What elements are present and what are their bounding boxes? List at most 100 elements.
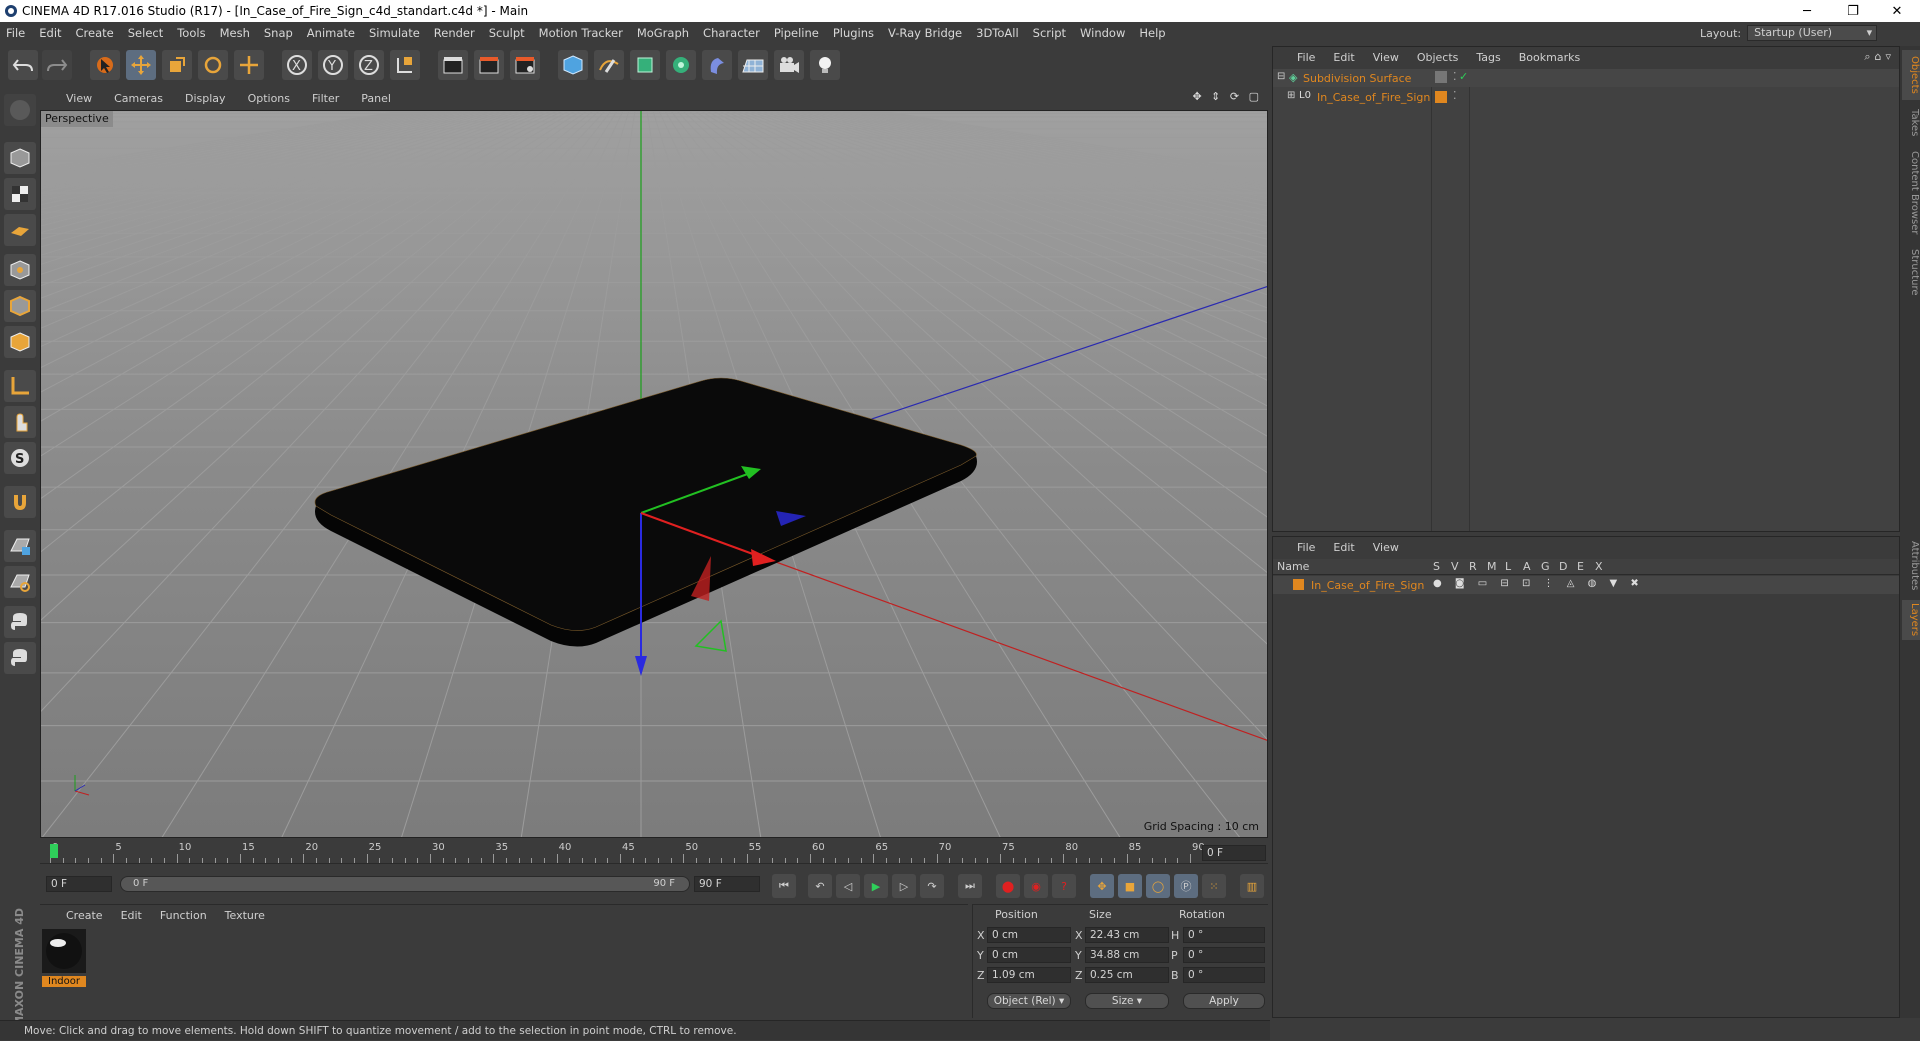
camera-object-button[interactable] bbox=[774, 50, 804, 80]
go-to-end-button[interactable]: ⏭ bbox=[958, 874, 982, 898]
layers-menu-view[interactable]: View bbox=[1373, 541, 1399, 554]
light-object-button[interactable] bbox=[810, 50, 840, 80]
transform-tool-button[interactable] bbox=[234, 50, 264, 80]
floor-object-button[interactable] bbox=[738, 50, 768, 80]
column-generators[interactable]: G bbox=[1541, 560, 1550, 573]
autokey-button[interactable]: ◉ bbox=[1024, 874, 1048, 898]
tab-content-browser[interactable]: Content Browser bbox=[1902, 146, 1920, 240]
material-menu-edit[interactable]: Edit bbox=[121, 909, 142, 922]
column-view[interactable]: V bbox=[1451, 560, 1459, 573]
live-selection-button[interactable] bbox=[90, 50, 120, 80]
menu-snap[interactable]: Snap bbox=[264, 26, 293, 40]
undo-button[interactable] bbox=[8, 50, 38, 80]
viewport-menu-panel[interactable]: Panel bbox=[361, 92, 391, 105]
subdivision-surface-button[interactable] bbox=[630, 50, 660, 80]
redo-button[interactable] bbox=[42, 50, 72, 80]
material-menu-create[interactable]: Create bbox=[66, 909, 103, 922]
menu-simulate[interactable]: Simulate bbox=[369, 26, 420, 40]
column-solo[interactable]: S bbox=[1433, 560, 1440, 573]
menu-pipeline[interactable]: Pipeline bbox=[774, 26, 819, 40]
edges-mode-button[interactable] bbox=[4, 290, 36, 322]
go-to-start-button[interactable]: ⏮ bbox=[772, 874, 796, 898]
polygons-mode-button[interactable] bbox=[4, 326, 36, 358]
timeline-button[interactable]: ▥ bbox=[1240, 874, 1264, 898]
python-script-button[interactable] bbox=[4, 606, 36, 638]
current-frame-field[interactable]: 0 F bbox=[1202, 845, 1266, 861]
column-name[interactable]: Name bbox=[1277, 560, 1309, 573]
locked-workplane-button[interactable] bbox=[4, 530, 36, 562]
playhead-marker[interactable] bbox=[50, 844, 58, 858]
x-axis-lock-button[interactable]: X bbox=[282, 50, 312, 80]
rotation-h-field[interactable]: 0 ° bbox=[1183, 927, 1265, 943]
start-frame-field[interactable]: 0 F bbox=[46, 876, 112, 892]
expand-icon[interactable]: ⊞ bbox=[1287, 90, 1295, 101]
size-y-field[interactable]: 34.88 cm bbox=[1085, 947, 1169, 963]
layer-swatch[interactable] bbox=[1435, 91, 1447, 103]
layer-toggle-icons[interactable]: ● ◙ ▭ ⊟ ⊡ ⋮ ◬ ◍ ▼ ✖ bbox=[1433, 578, 1644, 589]
visibility-dots-icon[interactable]: ⁚ bbox=[1453, 89, 1457, 102]
menu-sculpt[interactable]: Sculpt bbox=[489, 26, 525, 40]
menu-plugins[interactable]: Plugins bbox=[833, 26, 874, 40]
play-button[interactable]: ▶ bbox=[864, 874, 888, 898]
frame-range-slider[interactable]: 0 F 90 F bbox=[120, 876, 690, 892]
key-scale-button[interactable]: ■ bbox=[1118, 874, 1142, 898]
go-to-previous-key-button[interactable]: ↶ bbox=[808, 874, 832, 898]
tab-objects[interactable]: Objects bbox=[1902, 50, 1920, 100]
material-menu-function[interactable]: Function bbox=[160, 909, 207, 922]
record-keys-button[interactable]: ⬤ bbox=[996, 874, 1020, 898]
key-parameter-button[interactable]: Ⓟ bbox=[1174, 874, 1198, 898]
menu-render[interactable]: Render bbox=[434, 26, 475, 40]
menu-file[interactable]: File bbox=[6, 26, 25, 40]
viewport-menu-view[interactable]: View bbox=[66, 92, 92, 105]
cube-object-button[interactable] bbox=[558, 50, 588, 80]
column-manager[interactable]: M bbox=[1487, 560, 1497, 573]
menu-script[interactable]: Script bbox=[1033, 26, 1066, 40]
position-z-field[interactable]: 1.09 cm bbox=[987, 967, 1071, 983]
render-view-button[interactable] bbox=[438, 50, 468, 80]
object-manager-tools[interactable]: ⌕⌂▿ bbox=[1864, 50, 1895, 64]
menu-select[interactable]: Select bbox=[128, 26, 163, 40]
points-mode-button[interactable] bbox=[4, 254, 36, 286]
object-row-fire-sign[interactable]: ⊞ L0 In_Case_of_Fire_Sign ⁚ bbox=[1273, 88, 1899, 106]
coordinate-mode-dropdown[interactable]: Object (Rel) ▾ bbox=[987, 993, 1071, 1009]
viewport-perspective[interactable]: Perspective Grid Spacing : 10 cm bbox=[40, 110, 1268, 838]
make-editable-button[interactable] bbox=[4, 94, 36, 126]
end-frame-field[interactable]: 90 F bbox=[694, 876, 760, 892]
objects-menu-edit[interactable]: Edit bbox=[1333, 51, 1354, 64]
column-locked[interactable]: L bbox=[1505, 560, 1511, 573]
material-menu-texture[interactable]: Texture bbox=[225, 909, 265, 922]
render-picture-viewer-button[interactable] bbox=[474, 50, 504, 80]
timeline-ruler[interactable]: 051015202530354045505560657075808590 0 F bbox=[40, 842, 1268, 864]
next-frame-button[interactable]: ▷ bbox=[892, 874, 916, 898]
column-deformers[interactable]: D bbox=[1559, 560, 1567, 573]
tab-layers[interactable]: Layers bbox=[1902, 600, 1920, 640]
viewport-menu-options[interactable]: Options bbox=[248, 92, 290, 105]
collapse-icon[interactable]: ⊟ bbox=[1277, 71, 1285, 82]
tab-attributes[interactable]: Attributes bbox=[1902, 534, 1920, 598]
objects-menu-objects[interactable]: Objects bbox=[1417, 51, 1459, 64]
cloner-button[interactable] bbox=[666, 50, 696, 80]
deformer-button[interactable] bbox=[702, 50, 732, 80]
menu-vray-bridge[interactable]: V-Ray Bridge bbox=[888, 26, 962, 40]
key-pla-button[interactable]: ⁙ bbox=[1202, 874, 1226, 898]
viewport-nav-icons[interactable]: ✥ ⇕ ⟳ ▢ bbox=[1192, 90, 1262, 103]
coordinate-system-button[interactable] bbox=[390, 50, 420, 80]
tab-takes[interactable]: Takes bbox=[1902, 104, 1920, 142]
layers-menu-file[interactable]: File bbox=[1297, 541, 1315, 554]
column-animation[interactable]: A bbox=[1523, 560, 1531, 573]
column-render[interactable]: R bbox=[1469, 560, 1477, 573]
enabled-check-icon[interactable]: ✓ bbox=[1459, 70, 1468, 83]
search-icon[interactable]: ⌕ bbox=[1864, 50, 1874, 63]
previous-frame-button[interactable]: ◁ bbox=[836, 874, 860, 898]
render-settings-button[interactable] bbox=[510, 50, 540, 80]
menu-motion-tracker[interactable]: Motion Tracker bbox=[539, 26, 623, 40]
viewport-menu-filter[interactable]: Filter bbox=[312, 92, 339, 105]
menu-window[interactable]: Window bbox=[1080, 26, 1125, 40]
column-xref[interactable]: X bbox=[1595, 560, 1603, 573]
tab-structure[interactable]: Structure bbox=[1902, 244, 1920, 300]
scale-tool-button[interactable] bbox=[162, 50, 192, 80]
spline-pen-button[interactable] bbox=[594, 50, 624, 80]
object-row-subdivision[interactable]: ⊟ ◈ Subdivision Surface ⁚ ✓ bbox=[1273, 69, 1899, 87]
layer-color-swatch[interactable] bbox=[1293, 579, 1304, 590]
viewport-camera-label[interactable]: Perspective bbox=[41, 111, 113, 127]
